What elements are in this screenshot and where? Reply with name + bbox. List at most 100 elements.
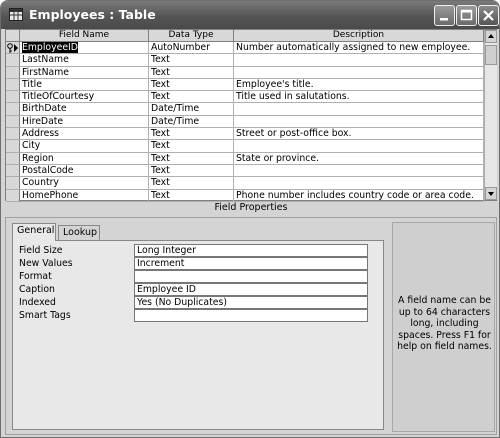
field-name-cell[interactable]: TitleOfCourtesy (20, 91, 149, 104)
description-cell[interactable] (234, 140, 484, 153)
data-type-cell[interactable]: Text (149, 128, 234, 141)
description-cell[interactable] (234, 164, 484, 178)
key-icon (7, 43, 18, 53)
data-type-cell[interactable]: Text (149, 164, 234, 178)
new-values-input[interactable]: Increment (134, 257, 368, 270)
tab-lookup[interactable]: Lookup (58, 225, 100, 240)
table-design-window: Employees : Table Field Name Data Type D… (0, 0, 500, 438)
field-properties-label: Field Properties (214, 202, 288, 213)
header-field-name[interactable]: Field Name (20, 30, 149, 42)
table-row[interactable]: Title Text Employee's title. (6, 78, 484, 92)
row-selector[interactable] (6, 152, 20, 165)
property-row-indexed: Indexed Yes (No Duplicates) (19, 296, 379, 309)
table-row[interactable]: TitleOfCourtesy Text Title used in salut… (6, 91, 484, 104)
description-cell[interactable]: Title used in salutations. (234, 91, 484, 104)
row-selector[interactable] (6, 103, 20, 116)
description-cell[interactable]: State or province. (234, 152, 484, 165)
description-cell[interactable] (234, 177, 484, 190)
table-row[interactable]: PostalCode Text (6, 164, 484, 178)
header-description[interactable]: Description (234, 30, 484, 42)
scroll-thumb[interactable] (485, 45, 497, 65)
row-selector-header[interactable] (6, 30, 20, 42)
description-cell[interactable]: Number automatically assigned to new emp… (234, 42, 484, 55)
field-name-cell[interactable]: Country (20, 177, 149, 190)
data-type-cell[interactable]: Text (149, 91, 234, 104)
data-type-cell[interactable]: Text (149, 54, 234, 67)
table-row[interactable]: EmployeeID AutoNumber Number automatical… (6, 42, 484, 55)
row-selector[interactable] (6, 164, 20, 178)
minimize-icon[interactable] (434, 5, 455, 26)
table-row[interactable]: Address Text Street or post-office box. (6, 128, 484, 141)
vertical-scrollbar[interactable] (484, 30, 497, 200)
field-design-grid: Field Name Data Type Description Employe… (5, 29, 497, 202)
description-cell[interactable]: Street or post-office box. (234, 128, 484, 141)
data-type-cell[interactable]: Date/Time (149, 115, 234, 129)
field-name-cell[interactable]: Region (20, 152, 149, 165)
help-box: A field name can be up to 64 characters … (392, 222, 495, 432)
caption-input[interactable]: Employee ID (134, 283, 368, 296)
row-selector[interactable] (6, 66, 20, 79)
row-selector[interactable] (6, 177, 20, 190)
description-cell[interactable] (234, 54, 484, 67)
scroll-down-icon[interactable] (485, 187, 497, 200)
row-selector[interactable] (6, 189, 20, 202)
help-text: A field name can be up to 64 characters … (397, 295, 492, 352)
description-cell[interactable]: Phone number includes country code or ar… (234, 189, 484, 202)
title-bar[interactable]: Employees : Table (1, 1, 499, 29)
data-type-cell[interactable]: Text (149, 140, 234, 153)
field-name-cell[interactable]: LastName (20, 54, 149, 67)
data-type-cell[interactable]: Date/Time (149, 103, 234, 116)
description-cell[interactable] (234, 103, 484, 116)
close-icon[interactable] (478, 5, 499, 26)
property-row-field-size: Field Size Long Integer (19, 244, 379, 257)
field-name-cell[interactable]: Title (20, 78, 149, 92)
property-row-format: Format (19, 270, 379, 283)
table-row[interactable]: HireDate Date/Time (6, 115, 484, 129)
data-type-cell[interactable]: Text (149, 177, 234, 190)
row-selector[interactable] (6, 78, 20, 92)
row-selector[interactable] (6, 91, 20, 104)
data-type-cell[interactable]: Text (149, 152, 234, 165)
row-selector[interactable] (6, 54, 20, 67)
tab-general[interactable]: General (12, 223, 56, 241)
scroll-up-icon[interactable] (485, 30, 497, 43)
table-row[interactable]: HomePhone Text Phone number includes cou… (6, 189, 484, 202)
row-selector[interactable] (6, 140, 20, 153)
format-input[interactable] (134, 270, 368, 283)
data-type-cell[interactable]: Text (149, 189, 234, 202)
description-cell[interactable] (234, 66, 484, 79)
field-name-cell[interactable]: EmployeeID (20, 42, 149, 55)
field-name-cell[interactable]: Address (20, 128, 149, 141)
table-row[interactable]: Region Text State or province. (6, 152, 484, 165)
field-size-input[interactable]: Long Integer (134, 244, 368, 257)
table-row[interactable]: LastName Text (6, 54, 484, 67)
table-row[interactable]: City Text (6, 140, 484, 153)
data-type-cell[interactable]: Text (149, 66, 234, 79)
header-data-type[interactable]: Data Type (149, 30, 234, 42)
field-name-cell[interactable]: BirthDate (20, 103, 149, 116)
window-title: Employees : Table (29, 7, 156, 22)
property-label: Indexed (19, 297, 56, 308)
property-row-new-values: New Values Increment (19, 257, 379, 270)
data-type-cell[interactable]: Text (149, 78, 234, 92)
field-name-cell[interactable]: HomePhone (20, 189, 149, 202)
maximize-icon[interactable] (456, 5, 477, 26)
indexed-input[interactable]: Yes (No Duplicates) (134, 296, 368, 309)
field-name-cell[interactable]: PostalCode (20, 164, 149, 178)
table-icon[interactable] (9, 8, 23, 21)
description-cell[interactable] (234, 115, 484, 129)
data-type-cell[interactable]: AutoNumber (149, 42, 234, 55)
table-row[interactable]: BirthDate Date/Time (6, 103, 484, 116)
field-properties-pane: General Lookup Field Size Long Integer N… (5, 217, 497, 435)
field-name-cell[interactable]: City (20, 140, 149, 153)
row-selector[interactable] (6, 42, 20, 55)
field-name-cell[interactable]: FirstName (20, 66, 149, 79)
smart-tags-input[interactable] (134, 309, 368, 322)
field-name-cell[interactable]: HireDate (20, 115, 149, 129)
property-row-caption: Caption Employee ID (19, 283, 379, 296)
row-selector[interactable] (6, 128, 20, 141)
description-cell[interactable]: Employee's title. (234, 78, 484, 92)
table-row[interactable]: FirstName Text (6, 66, 484, 79)
table-row[interactable]: Country Text (6, 177, 484, 190)
row-selector[interactable] (6, 115, 20, 129)
